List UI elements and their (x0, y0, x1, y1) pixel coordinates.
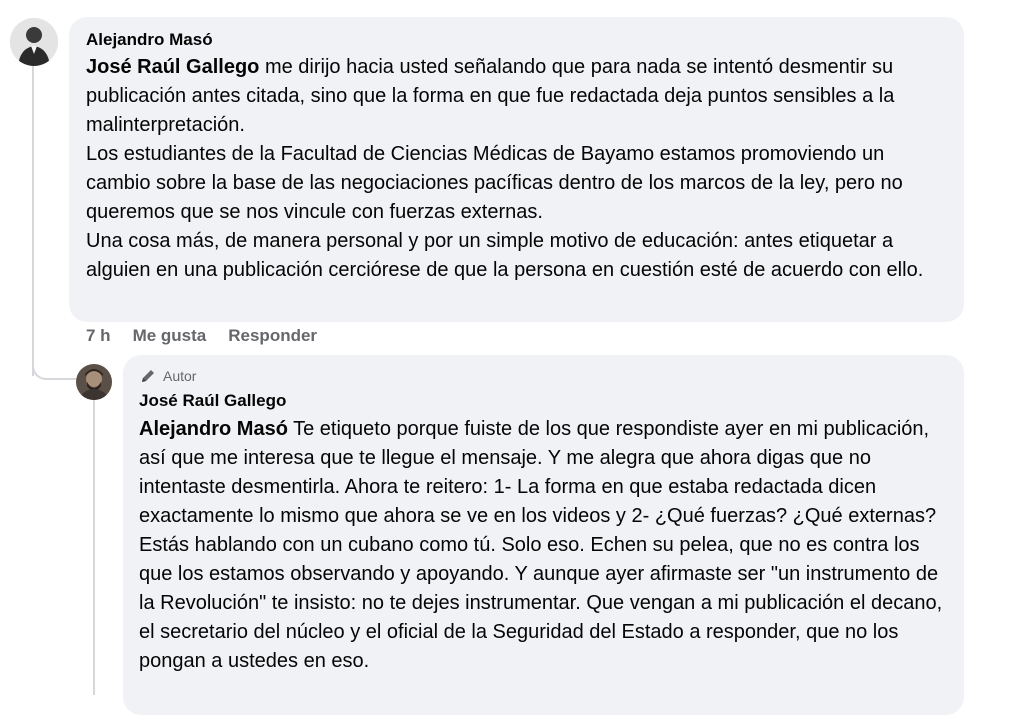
comment-text: Alejandro Masó Te etiqueto porque fuiste… (139, 415, 948, 676)
mention-link[interactable]: Alejandro Masó (139, 418, 288, 440)
comment-paragraph: Los estudiantes de la Facultad de Cienci… (86, 143, 903, 223)
like-button[interactable]: Me gusta (133, 326, 207, 346)
timestamp[interactable]: 7 h (86, 326, 111, 346)
thread-line-vertical (32, 66, 34, 376)
mention-link[interactable]: José Raúl Gallego (86, 56, 259, 78)
reply-button[interactable]: Responder (228, 326, 317, 346)
author-badge-label: Autor (163, 368, 197, 384)
comment-bubble: Autor José Raúl Gallego Alejandro Masó T… (123, 355, 964, 715)
avatar[interactable] (76, 364, 112, 400)
thread-line-curve (32, 360, 76, 380)
comment-author[interactable]: Alejandro Masó (86, 29, 946, 51)
avatar[interactable] (10, 18, 58, 66)
comment-paragraph: Una cosa más, de manera personal y por u… (86, 230, 924, 281)
comment-text: José Raúl Gallego me dirijo hacia usted … (86, 53, 946, 285)
comment-actions: 7 h Me gusta Responder (86, 326, 317, 346)
author-badge: Autor (139, 366, 948, 386)
comment-text-body: Te etiqueto porque fuiste de los que res… (139, 418, 943, 672)
avatar-person-icon (76, 364, 112, 400)
thread-line-reply (93, 400, 95, 695)
comment-bubble: Alejandro Masó José Raúl Gallego me diri… (69, 17, 964, 322)
comment-author[interactable]: José Raúl Gallego (139, 390, 948, 412)
pencil-icon (142, 370, 154, 382)
avatar-person-icon (10, 18, 58, 66)
